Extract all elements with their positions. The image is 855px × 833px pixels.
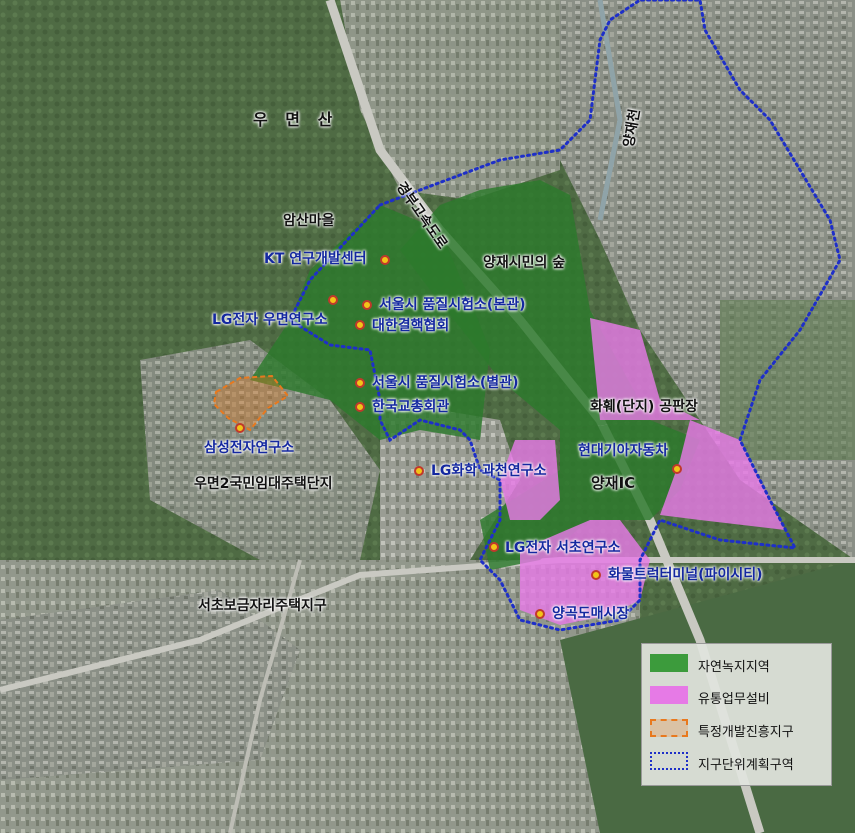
samsung-marker[interactable] xyxy=(235,423,245,433)
yangjae-forest-label: 양재시민의 숲 xyxy=(483,255,566,271)
legend-label: 유통업무설비 xyxy=(698,692,770,707)
legend-item-distribution: 유통업무설비 xyxy=(650,684,825,707)
seoul-quality-annex-marker[interactable] xyxy=(355,378,365,388)
truck-terminal-marker[interactable] xyxy=(591,570,601,580)
seoul-quality-main-marker[interactable] xyxy=(362,300,372,310)
hyundai-kia-marker[interactable] xyxy=(672,464,682,474)
amsan-village-label: 암산마을 xyxy=(283,213,335,229)
mountain-label: 우 면 산 xyxy=(253,110,339,129)
teachers-hall-label: 한국교총회관 xyxy=(372,399,450,415)
legend-swatch-magenta xyxy=(650,686,688,704)
yangjae-ic-label: 양재IC xyxy=(591,474,636,492)
kt-marker[interactable] xyxy=(380,255,390,265)
green-field-east xyxy=(720,300,855,460)
legend-item-special-development: 특정개발진흥지구 xyxy=(650,717,825,740)
lg-seocho-label: LG전자 서초연구소 xyxy=(505,540,621,556)
umyeon-apartment-label: 우면2국민임대주택단지 xyxy=(194,476,333,492)
legend-swatch-green xyxy=(650,654,688,672)
legend-item-planning-boundary: 지구단위계획구역 xyxy=(650,750,825,773)
map-legend: 자연녹지지역 유통업무설비 특정개발진흥지구 지구단위계획구역 xyxy=(641,643,832,786)
hwahwe-label: 화훼(단지) 공판장 xyxy=(590,399,698,415)
legend-label: 자연녹지지역 xyxy=(698,660,770,675)
yanggok-market-label: 양곡도매시장 xyxy=(552,606,630,622)
lg-chem-marker[interactable] xyxy=(414,466,424,476)
lg-chem-label: LG화학 과천연구소 xyxy=(431,463,547,479)
legend-label: 지구단위계획구역 xyxy=(698,758,794,773)
yanggok-market-marker[interactable] xyxy=(535,609,545,619)
hyundai-kia-label: 현대기아자동차 xyxy=(578,443,669,459)
kt-label: KT 연구개발센터 xyxy=(264,251,367,267)
korea-consumer-marker[interactable] xyxy=(355,320,365,330)
lg-umyeon-marker[interactable] xyxy=(328,295,338,305)
samsung-label: 삼성전자연구소 xyxy=(204,440,295,456)
truck-terminal-label: 화물트럭터미널(파이시티) xyxy=(608,567,763,583)
seocho-district-label: 서초보금자리주택지구 xyxy=(198,598,327,614)
legend-swatch-blue-dotted xyxy=(650,752,688,770)
lg-seocho-marker[interactable] xyxy=(489,542,499,552)
seoul-quality-annex-label: 서울시 품질시험소(별관) xyxy=(372,375,519,391)
lg-umyeon-label: LG전자 우면연구소 xyxy=(212,312,328,328)
legend-item-natural-green: 자연녹지지역 xyxy=(650,652,825,675)
korea-consumer-label: 대한결핵협회 xyxy=(372,318,450,334)
legend-swatch-orange-dashed xyxy=(650,719,688,737)
teachers-hall-marker[interactable] xyxy=(355,402,365,412)
legend-label: 특정개발진흥지구 xyxy=(698,725,794,740)
seoul-quality-main-label: 서울시 품질시험소(본관) xyxy=(379,297,526,313)
